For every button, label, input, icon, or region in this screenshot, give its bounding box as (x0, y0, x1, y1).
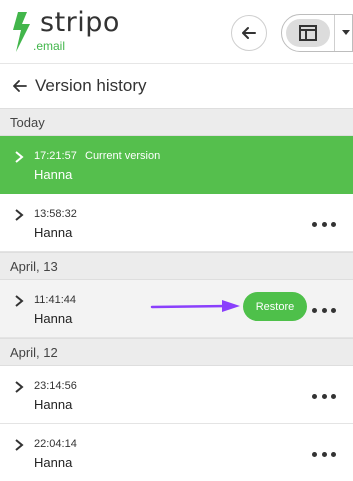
version-user: Hanna (34, 167, 73, 182)
version-user: Hanna (34, 311, 73, 326)
version-history-header: Version history (0, 64, 353, 108)
chevron-right-icon[interactable] (14, 295, 24, 307)
view-layout-button[interactable] (286, 19, 330, 47)
view-toggle-group (281, 14, 353, 52)
version-time: 22:04:14 (34, 438, 77, 450)
version-row[interactable]: 22:04:14 Hanna (0, 424, 353, 481)
chevron-right-icon[interactable] (14, 151, 24, 163)
arrow-left-icon (242, 27, 256, 39)
dot (331, 221, 336, 227)
chevron-right-icon[interactable] (14, 381, 24, 393)
chevron-right-icon[interactable] (14, 209, 24, 221)
top-bar: stripo .email (0, 0, 353, 64)
dot (321, 451, 327, 457)
dot (312, 221, 317, 227)
arrow-left-icon (13, 80, 27, 92)
version-user: Hanna (34, 455, 73, 470)
version-time: 11:41:44 (34, 294, 77, 306)
version-row[interactable]: 13:58:32 Hanna (0, 194, 353, 252)
stripo-bolt-icon (13, 12, 30, 52)
annotation-arrow-icon (150, 300, 240, 312)
dot (312, 307, 317, 313)
version-time: 23:14:56 (34, 380, 77, 392)
dot (312, 393, 317, 399)
stripo-logo[interactable]: stripo .email (10, 7, 130, 56)
page-title: Version history (35, 76, 147, 95)
dot (321, 221, 327, 227)
more-options-button[interactable] (312, 305, 336, 315)
version-row[interactable]: 23:14:56 Hanna (0, 366, 353, 424)
logo-text: stripo (40, 7, 120, 38)
more-options-button[interactable] (312, 449, 336, 459)
version-time: 13:58:32 (34, 208, 77, 220)
dot (331, 451, 336, 457)
section-header-april-13: April, 13 (0, 252, 353, 280)
dot (321, 307, 327, 313)
version-user: Hanna (34, 397, 73, 412)
current-version-label: Current version (85, 150, 161, 162)
version-row-current[interactable]: 17:21:57 Current version Hanna (0, 136, 353, 194)
back-button[interactable] (231, 15, 267, 51)
logo-subtext: .email (33, 39, 66, 53)
caret-down-icon (342, 30, 350, 35)
section-header-today: Today (0, 108, 353, 136)
dot (331, 307, 336, 313)
dot (331, 393, 336, 399)
restore-button[interactable]: Restore (243, 292, 307, 321)
panel-layout-icon (299, 25, 317, 41)
dot (312, 451, 317, 457)
version-row-hovered[interactable]: 11:41:44 Hanna Restore (0, 280, 353, 338)
more-options-button[interactable] (312, 391, 336, 401)
title-back-button[interactable] (13, 78, 29, 94)
view-separator (334, 15, 335, 51)
chevron-right-icon[interactable] (14, 439, 24, 451)
more-options-button[interactable] (312, 219, 336, 229)
section-header-april-12: April, 12 (0, 338, 353, 366)
version-time: 17:21:57 (34, 150, 77, 162)
dot (321, 393, 327, 399)
version-user: Hanna (34, 225, 73, 240)
view-dropdown-button[interactable] (338, 15, 353, 51)
